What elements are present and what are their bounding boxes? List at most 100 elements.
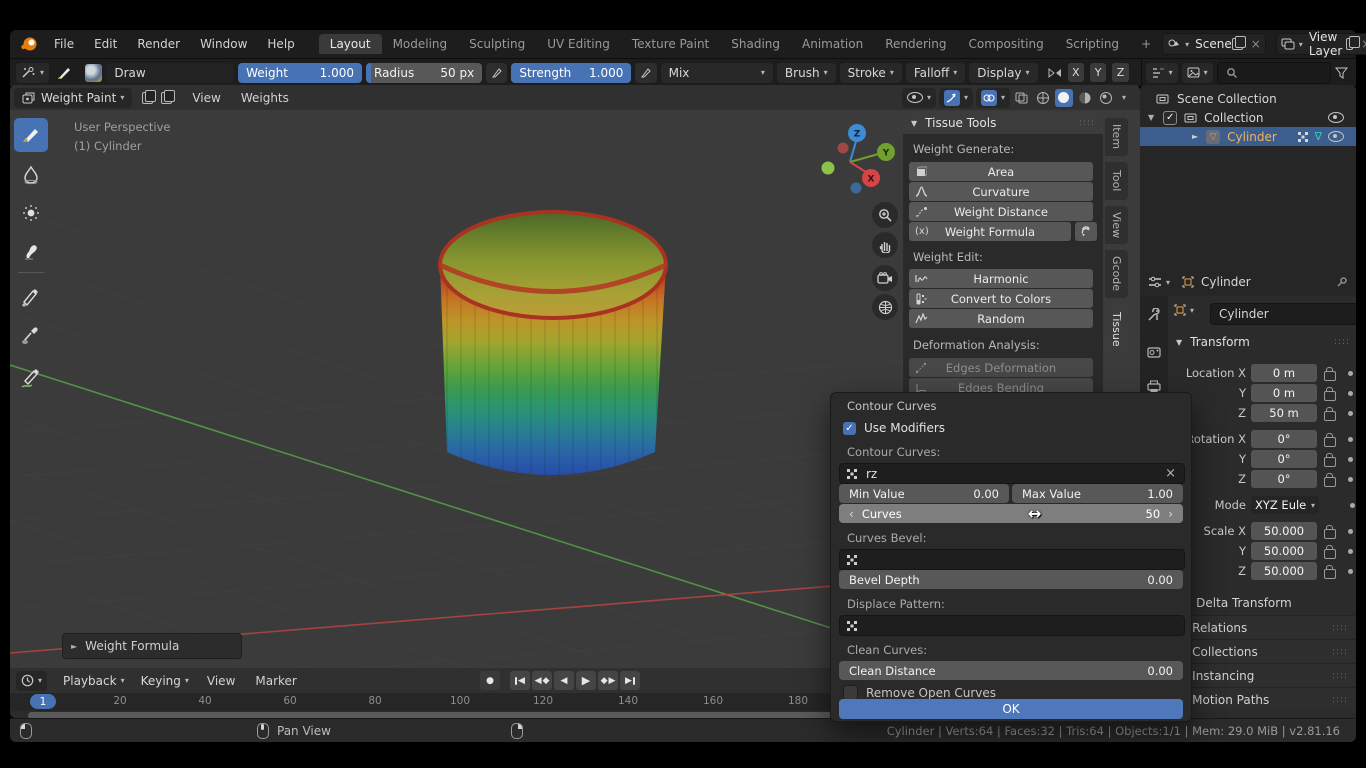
render-properties-tab-icon[interactable]	[1147, 346, 1161, 361]
decrease-arrow-icon[interactable]: ‹	[849, 507, 854, 521]
edges-deformation-button[interactable]: Edges Deformation	[909, 358, 1093, 377]
prev-keyframe-button[interactable]: ◀◆	[532, 671, 552, 690]
camera-view-button[interactable]	[872, 265, 898, 291]
outliner-search-input[interactable]	[1217, 62, 1331, 84]
overlay-options-dropdown[interactable]: ▾	[976, 88, 1010, 108]
transform-panel-header[interactable]: ▼ Transform ::::	[1168, 332, 1356, 352]
motion-paths-panel[interactable]: ► Motion Paths ::::	[1168, 687, 1356, 711]
increase-arrow-icon[interactable]: ›	[1168, 507, 1173, 521]
current-frame-indicator[interactable]: 1	[30, 694, 56, 709]
menu-file[interactable]: File	[44, 37, 84, 51]
brush-icon[interactable]	[55, 64, 75, 82]
tool-annotate-button[interactable]	[14, 362, 48, 396]
scale-x-value[interactable]: 50.000	[1251, 522, 1317, 540]
hide-collection-eye-icon[interactable]	[1328, 112, 1344, 123]
show-overlays-dropdown[interactable]: ▾	[902, 88, 936, 108]
symmetry-x-toggle[interactable]: X	[1068, 63, 1084, 82]
navigation-gizmo[interactable]: Z Y X	[818, 118, 898, 198]
keying-menu[interactable]: Keying ▾	[133, 671, 197, 691]
edges-bending-button[interactable]: Edges Bending	[909, 378, 1093, 392]
animate-dot-icon[interactable]	[1350, 503, 1355, 508]
editor-type-dropdown[interactable]: ▾	[16, 671, 47, 691]
animate-dot-icon[interactable]	[1348, 569, 1353, 574]
random-button[interactable]: Random	[909, 309, 1093, 328]
outliner-row-cylinder[interactable]: ► ▽ Cylinder ∇	[1140, 127, 1356, 146]
lock-icon[interactable]	[1324, 549, 1336, 559]
lock-icon[interactable]	[1324, 569, 1336, 579]
cylinder-object[interactable]	[418, 202, 682, 532]
hide-object-eye-icon[interactable]	[1328, 131, 1344, 142]
menu-window[interactable]: Window	[190, 37, 257, 51]
lock-icon[interactable]	[1324, 457, 1336, 467]
scale-z-value[interactable]: 50.000	[1251, 562, 1317, 580]
pin-icon[interactable]	[1336, 276, 1348, 288]
min-value-slider[interactable]: Min Value 0.00	[839, 484, 1009, 503]
remove-view-layer-icon[interactable]: ×	[1361, 37, 1366, 51]
tool-blur-button[interactable]	[14, 158, 48, 192]
zoom-button[interactable]	[872, 202, 898, 228]
ok-button[interactable]: OK	[839, 699, 1183, 719]
jump-to-start-button[interactable]: ◀	[510, 671, 530, 690]
collapse-icon[interactable]: ▼	[1148, 113, 1154, 122]
tab-uv-editing[interactable]: UV Editing	[536, 34, 621, 54]
formula-refresh-button[interactable]	[1075, 222, 1097, 241]
copy-mode-icon[interactable]	[142, 92, 153, 104]
tab-compositing[interactable]: Compositing	[957, 34, 1054, 54]
tab-sculpting[interactable]: Sculpting	[458, 34, 536, 54]
remove-open-curves-checkbox[interactable]	[843, 685, 858, 700]
rotation-x-value[interactable]: 0°	[1251, 430, 1317, 448]
weight-slider[interactable]: Weight 1.000	[238, 63, 362, 83]
outliner-row-collection[interactable]: ▼ ✓ Collection	[1140, 108, 1356, 127]
max-value-slider[interactable]: Max Value 1.00	[1012, 484, 1183, 503]
brush-preview-icon[interactable]	[85, 64, 102, 82]
lock-icon[interactable]	[1324, 529, 1336, 539]
tab-texture-paint[interactable]: Texture Paint	[621, 34, 720, 54]
lock-icon[interactable]	[1324, 391, 1336, 401]
tab-tissue[interactable]: Tissue	[1105, 304, 1128, 354]
weight-formula-button[interactable]: (x) Weight Formula	[909, 222, 1071, 241]
move-view-button[interactable]	[872, 232, 898, 258]
clean-distance-slider[interactable]: Clean Distance 0.00	[839, 661, 1183, 680]
gizmo-toggle-icon[interactable]	[944, 90, 960, 106]
new-view-layer-icon[interactable]	[1346, 38, 1353, 50]
play-reverse-button[interactable]: ◀	[554, 671, 574, 690]
brush-menu[interactable]: Brush ▾	[777, 63, 836, 83]
operator-redo-panel[interactable]: ► Weight Formula	[62, 633, 242, 659]
location-x-value[interactable]: 0 m	[1251, 364, 1317, 382]
viewport-menu-weights[interactable]: Weights	[231, 91, 299, 105]
tab-tool[interactable]: Tool	[1105, 162, 1128, 200]
add-workspace-tab[interactable]: +	[1130, 34, 1162, 54]
radius-slider[interactable]: Radius 50 px	[366, 63, 482, 83]
contour-curve-field[interactable]: rz ×	[839, 463, 1185, 484]
drag-grip-icon[interactable]: ::::	[1332, 671, 1348, 681]
bevel-depth-slider[interactable]: Bevel Depth 0.00	[839, 570, 1183, 589]
animate-dot-icon[interactable]	[1348, 457, 1353, 462]
tool-smear-button[interactable]	[14, 234, 48, 268]
drag-grip-icon[interactable]: ::::	[1332, 647, 1348, 657]
blend-mode-dropdown[interactable]: Mix ▾	[661, 63, 773, 83]
relations-panel[interactable]: ► Relations ::::	[1168, 615, 1356, 639]
use-modifiers-checkbox[interactable]: ✓	[843, 422, 856, 435]
mode-dropdown[interactable]: Weight Paint ▾	[14, 88, 132, 108]
filter-icon[interactable]	[1335, 67, 1348, 79]
tab-item[interactable]: Item	[1105, 118, 1128, 156]
rotation-z-value[interactable]: 0°	[1251, 470, 1317, 488]
play-button[interactable]: ▶	[576, 671, 596, 690]
lock-icon[interactable]	[1324, 437, 1336, 447]
tool-average-button[interactable]	[14, 196, 48, 230]
harmonic-button[interactable]: Harmonic	[909, 269, 1093, 288]
shading-material-icon[interactable]	[1076, 89, 1094, 107]
shading-wireframe-icon[interactable]	[1034, 89, 1052, 107]
shading-solid-icon[interactable]	[1055, 89, 1073, 107]
tool-gradient-button[interactable]	[14, 280, 48, 314]
location-y-value[interactable]: 0 m	[1251, 384, 1317, 402]
menu-help[interactable]: Help	[257, 37, 304, 51]
radius-pressure-icon[interactable]	[486, 63, 507, 83]
area-button[interactable]: Area	[909, 162, 1093, 181]
outliner-row-scene-collection[interactable]: Scene Collection	[1140, 89, 1356, 108]
lock-icon[interactable]	[1324, 371, 1336, 381]
animate-dot-icon[interactable]	[1348, 549, 1353, 554]
shading-rendered-icon[interactable]	[1097, 89, 1115, 107]
animate-dot-icon[interactable]	[1348, 371, 1353, 376]
instancing-panel[interactable]: ► Instancing ::::	[1168, 663, 1356, 687]
